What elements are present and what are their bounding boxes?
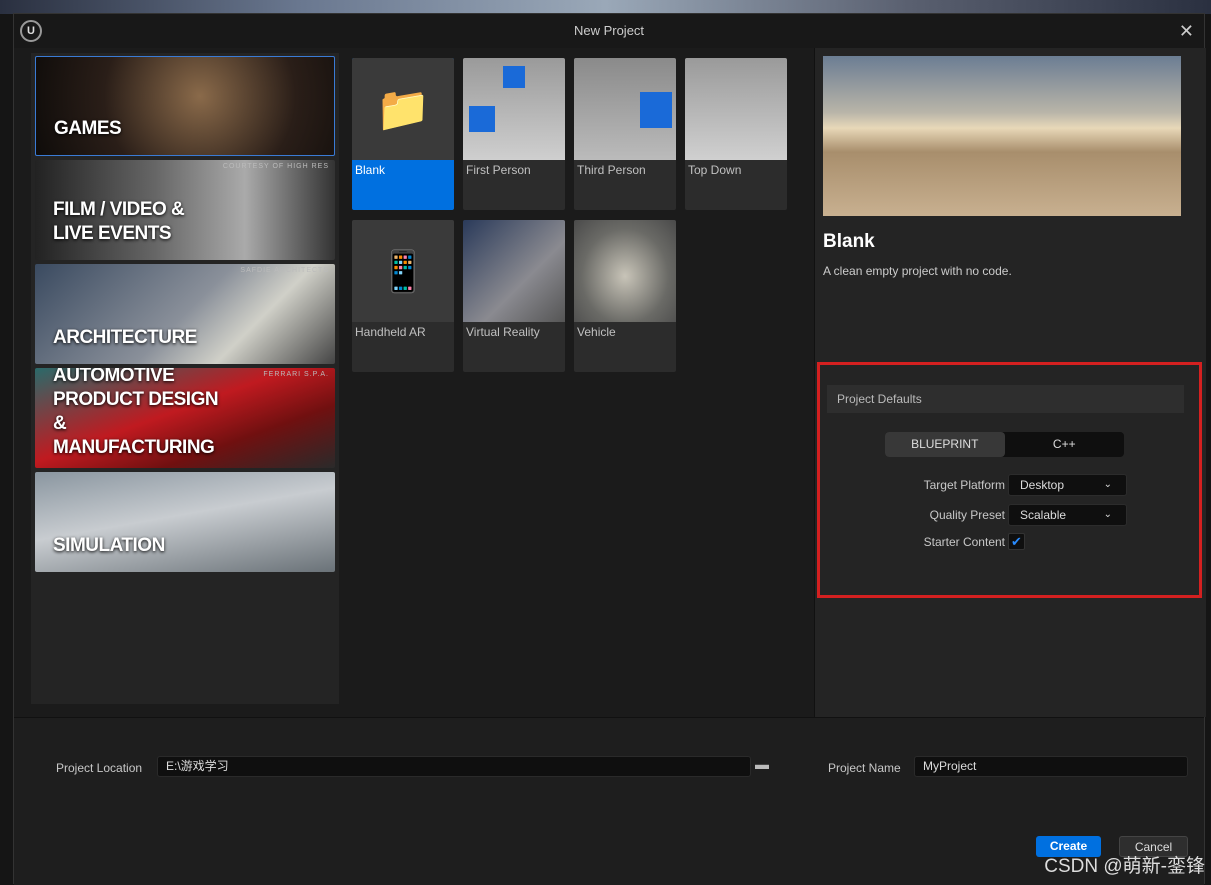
target-platform-label: Target Platform xyxy=(923,478,1005,492)
starter-content-row: Starter Content ✔ xyxy=(820,531,1205,553)
template-preview-image xyxy=(823,56,1181,216)
unreal-logo-icon: U xyxy=(20,20,42,42)
dropdown-value: Scalable xyxy=(1020,508,1067,522)
project-location-input[interactable]: E:\游戏学习 xyxy=(157,756,751,777)
template-description: A clean empty project with no code. xyxy=(823,264,1012,278)
quality-preset-dropdown[interactable]: Scalable ⌄ xyxy=(1008,504,1127,526)
category-label: AUTOMOTIVE PRODUCT DESIGN & MANUFACTURIN… xyxy=(53,368,219,458)
template-label: Top Down xyxy=(688,163,742,177)
language-toggle: BLUEPRINT C++ xyxy=(885,432,1124,457)
project-location-label: Project Location xyxy=(56,761,143,775)
project-name-input[interactable]: MyProject xyxy=(914,756,1188,777)
category-label: SIMULATION xyxy=(53,535,165,556)
category-architecture[interactable]: SAFDIE ARCHITECTS ARCHITECTURE xyxy=(35,264,335,364)
cpp-option[interactable]: C++ xyxy=(1005,432,1125,457)
template-handheld-ar[interactable]: 📱 Handheld AR xyxy=(352,220,454,372)
window-title: New Project xyxy=(573,23,645,38)
template-label: Third Person xyxy=(577,163,646,177)
template-vehicle[interactable]: Vehicle xyxy=(574,220,676,372)
starter-content-checkbox[interactable]: ✔ xyxy=(1008,533,1025,550)
quality-preset-label: Quality Preset xyxy=(929,508,1005,522)
background-app xyxy=(0,0,1211,14)
template-label: Handheld AR xyxy=(355,325,426,339)
template-top-down[interactable]: Top Down xyxy=(685,58,787,210)
blueprint-option[interactable]: BLUEPRINT xyxy=(885,432,1005,457)
template-third-person[interactable]: Third Person xyxy=(574,58,676,210)
template-label: Virtual Reality xyxy=(466,325,540,339)
template-label: Blank xyxy=(355,163,386,177)
target-platform-dropdown[interactable]: Desktop ⌄ xyxy=(1008,474,1127,496)
details-panel: Blank A clean empty project with no code… xyxy=(814,48,1206,717)
chevron-down-icon: ⌄ xyxy=(1103,509,1112,520)
template-virtual-reality[interactable]: Virtual Reality xyxy=(463,220,565,372)
template-label: Vehicle xyxy=(577,325,616,339)
category-automotive[interactable]: FERRARI S.P.A. AUTOMOTIVE PRODUCT DESIGN … xyxy=(35,368,335,468)
quality-preset-row: Quality Preset Scalable ⌄ xyxy=(820,504,1205,526)
close-icon[interactable]: ✕ xyxy=(1179,14,1194,48)
phone-icon: 📱 xyxy=(352,220,454,322)
category-games[interactable]: GAMES xyxy=(35,56,335,156)
checkmark-icon: ✔ xyxy=(1011,534,1022,549)
category-label: ARCHITECTURE xyxy=(53,327,197,348)
category-credit: FERRARI S.P.A. xyxy=(263,371,329,378)
project-defaults-section: Project Defaults BLUEPRINT C++ Target Pl… xyxy=(817,362,1202,598)
chevron-down-icon: ⌄ xyxy=(1103,479,1112,490)
category-list: GAMES COURTESY OF HIGH RES FILM / VIDEO &… xyxy=(31,53,339,704)
category-label: FILM / VIDEO & LIVE EVENTS xyxy=(53,199,185,244)
watermark: CSDN @萌新-銮锋 xyxy=(1044,856,1205,877)
dropdown-value: Desktop xyxy=(1020,478,1065,492)
starter-content-label: Starter Content xyxy=(923,535,1005,549)
target-platform-row: Target Platform Desktop ⌄ xyxy=(820,474,1205,496)
template-first-person[interactable]: First Person xyxy=(463,58,565,210)
template-blank[interactable]: 📁 Blank xyxy=(352,58,454,210)
template-title: Blank xyxy=(823,231,875,252)
project-defaults-header: Project Defaults xyxy=(827,385,1184,413)
folder-browse-icon[interactable]: ▬ xyxy=(755,756,769,772)
category-credit: SAFDIE ARCHITECTS xyxy=(240,267,329,274)
title-bar: U New Project ✕ xyxy=(14,14,1204,48)
new-project-dialog: U New Project ✕ GAMES COURTESY OF HIGH R… xyxy=(13,13,1206,885)
template-label: First Person xyxy=(466,163,531,177)
folder-icon: 📁 xyxy=(352,58,454,160)
category-film[interactable]: COURTESY OF HIGH RES FILM / VIDEO & LIVE … xyxy=(35,160,335,260)
project-name-label: Project Name xyxy=(828,761,901,775)
category-label: GAMES xyxy=(54,118,122,139)
category-simulation[interactable]: SIMULATION xyxy=(35,472,335,572)
bottom-bar: Project Location E:\游戏学习 ▬ Project Name … xyxy=(14,717,1204,885)
category-credit: COURTESY OF HIGH RES xyxy=(222,163,329,170)
